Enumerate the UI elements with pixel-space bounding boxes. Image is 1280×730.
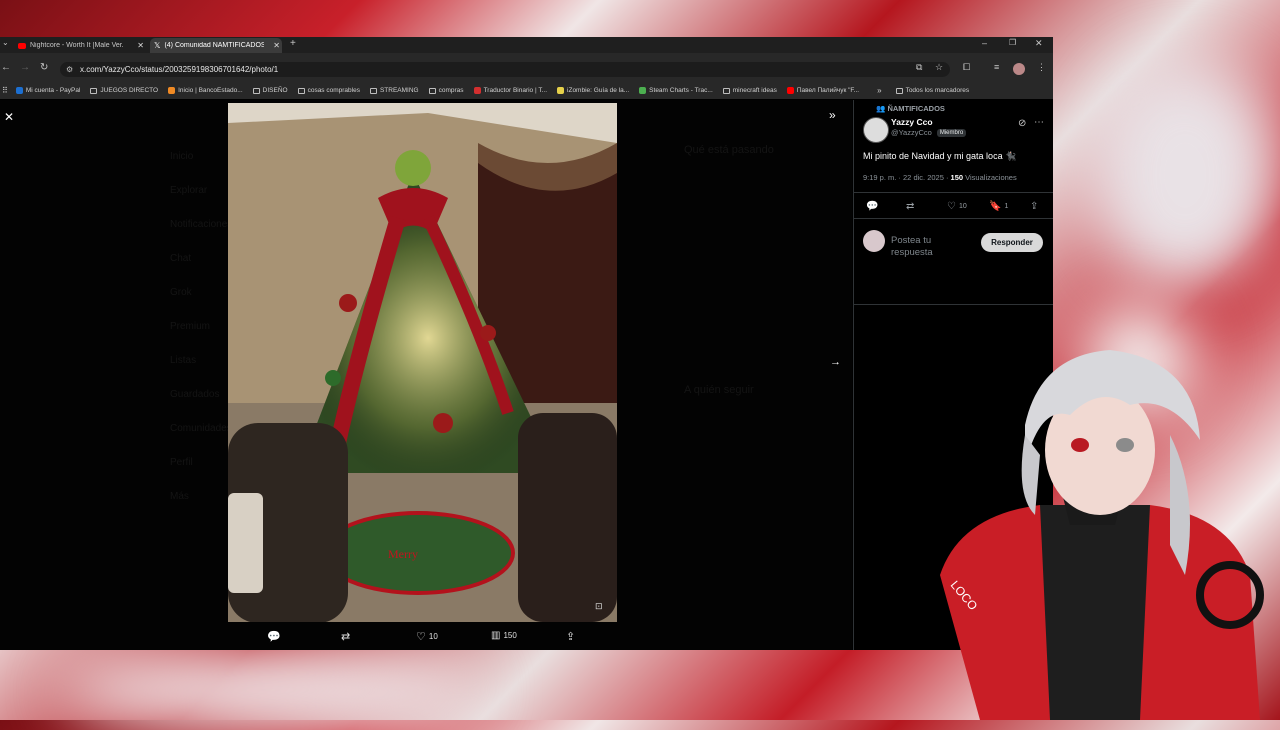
site-info-icon[interactable]: ⚙ xyxy=(66,62,73,77)
author-meta: @YazzyCco Miembro xyxy=(891,128,967,137)
photo-action-bar: 💬 ⇄ ♡ 10 ▥ 150 ⇪ xyxy=(0,624,852,650)
steamcharts-icon xyxy=(639,87,647,94)
christmas-tree-photo: Merry xyxy=(228,103,617,622)
folder-icon xyxy=(428,87,436,94)
back-icon[interactable]: ← xyxy=(1,62,11,73)
avatar[interactable] xyxy=(863,117,889,143)
share-icon[interactable]: ⇪ xyxy=(1030,201,1038,212)
reload-icon[interactable]: ↻ xyxy=(40,62,48,73)
bookmark-icon: 🔖 xyxy=(989,201,1002,212)
bookmark-button[interactable]: 🔖 1 xyxy=(989,201,1008,212)
share-icon[interactable]: ⇪ xyxy=(566,630,575,643)
tab-comunidad[interactable]: 𝕏 (4) Comunidad ÑAMTIFICADOS ✕ xyxy=(150,38,282,53)
heart-icon: ♡ xyxy=(947,201,956,212)
forward-icon[interactable]: → xyxy=(20,62,30,73)
folder-icon xyxy=(895,87,903,94)
extensions-icon[interactable]: ⧠ xyxy=(963,62,970,73)
kebab-menu-icon[interactable]: ⋮ xyxy=(1037,62,1046,73)
bookmark-all[interactable]: Todos los marcadores xyxy=(895,87,969,94)
post-meta: 9:19 p. m. · 22 dic. 2025 · 150 Visualiz… xyxy=(863,173,1017,182)
background-blob xyxy=(1090,60,1280,290)
background-page-ghost: Inicio Explorar Notificaciones Chat Grok Prem… xyxy=(170,151,233,502)
folder-icon xyxy=(252,87,260,94)
folder-icon xyxy=(90,87,98,94)
more-bookmarks-icon[interactable]: » xyxy=(877,86,881,95)
reply-input[interactable]: Postea tu respuesta xyxy=(891,235,971,257)
paypal-icon xyxy=(15,87,23,94)
install-icon[interactable]: ⧉ xyxy=(916,62,922,73)
x-logo-icon: 𝕏 xyxy=(154,41,161,50)
alt-text-icon[interactable]: ⊡ xyxy=(595,601,603,612)
bookmark-minecraft[interactable]: minecraft ideas xyxy=(722,87,777,94)
close-viewer-icon[interactable]: ✕ xyxy=(4,110,14,124)
bookmark-diseno[interactable]: DISEÑO xyxy=(252,87,288,94)
chart-icon: ▥ xyxy=(491,630,501,641)
new-tab-icon[interactable]: + xyxy=(290,38,296,49)
bookmark-steamcharts[interactable]: Steam Charts - Trac... xyxy=(639,87,713,94)
apps-icon[interactable]: ⠿ xyxy=(2,86,8,95)
minimize-icon[interactable]: – xyxy=(982,38,987,48)
youtube-icon xyxy=(18,42,26,49)
panel-divider xyxy=(854,304,1053,305)
bookmark-izombie[interactable]: iZombie: Guía de la... xyxy=(557,87,629,94)
repost-icon[interactable]: ⇄ xyxy=(341,630,350,643)
bookmark-pavel[interactable]: Павел Палийчук "F... xyxy=(786,87,859,94)
url-field[interactable]: ⚙ x.com/YazzyCco/status/2003259198306701… xyxy=(60,62,950,77)
photo-viewer: ✕ » → Inicio Explorar Notificaciones Chat Gr… xyxy=(0,100,852,650)
vtuber-illustration: LOCO xyxy=(940,350,1264,720)
panel-divider xyxy=(854,218,1053,219)
community-label[interactable]: 👥 ÑAMTIFICADOS xyxy=(876,104,945,113)
bookmark-paypal[interactable]: Mi cuenta - PayPal xyxy=(15,87,80,94)
repost-icon[interactable]: ⇄ xyxy=(906,201,914,212)
binary-icon xyxy=(473,87,481,94)
restore-icon[interactable]: ❐ xyxy=(1009,38,1016,47)
folder-icon xyxy=(297,87,305,94)
post-text: Mi pinito de Navidad y mi gata loca 🐈‍⬛ xyxy=(863,151,1017,161)
author-name[interactable]: Yazzy Cco xyxy=(891,117,933,127)
bookmark-star-icon[interactable]: ☆ xyxy=(935,62,943,73)
panel-divider xyxy=(854,192,1053,193)
close-window-icon[interactable]: ✕ xyxy=(1035,38,1043,49)
like-button[interactable]: ♡ 10 xyxy=(416,630,438,643)
bookmarks-bar: ⠿ Mi cuenta - PayPal JUEGOS DIRECTO Inic… xyxy=(0,82,1053,99)
close-tab-icon[interactable]: ✕ xyxy=(273,41,280,50)
collapse-panel-icon[interactable]: » xyxy=(829,108,836,122)
reply-icon[interactable]: 💬 xyxy=(866,201,878,212)
reply-icon[interactable]: 💬 xyxy=(267,630,281,643)
fandom-icon xyxy=(557,87,565,94)
vtuber-avatar: LOCO xyxy=(900,345,1280,720)
views-button[interactable]: ▥ 150 xyxy=(491,630,517,641)
close-tab-icon[interactable]: ✕ xyxy=(137,41,144,50)
community-icon: 👥 xyxy=(876,104,888,113)
more-options-icon[interactable]: ⋯ xyxy=(1034,117,1044,128)
tab-nightcore[interactable]: Nightcore - Worth It [Male Ver. ✕ xyxy=(14,38,146,53)
post-photo[interactable]: Merry ⊡ xyxy=(228,103,617,622)
tab-menu-icon[interactable]: ⌄ xyxy=(2,38,9,47)
heart-icon: ♡ xyxy=(416,631,426,643)
youtube-icon xyxy=(786,87,794,94)
svg-text:Merry: Merry xyxy=(388,547,418,561)
background-blob xyxy=(60,650,480,730)
reply-button[interactable]: Responder xyxy=(981,233,1043,252)
background-page-ghost: Qué está pasando A quién seguir xyxy=(684,144,774,396)
member-badge: Miembro xyxy=(936,128,967,137)
browser-window: ⌄ Nightcore - Worth It [Male Ver. ✕ 𝕏 (4… xyxy=(0,37,1053,650)
bookmark-compras[interactable]: compras xyxy=(428,87,464,94)
bookmark-streaming[interactable]: STREAMING xyxy=(369,87,419,94)
avatar xyxy=(863,230,885,252)
bookmark-traductor[interactable]: Traductor Binario | T... xyxy=(473,87,547,94)
folder-icon xyxy=(369,87,377,94)
next-photo-icon[interactable]: → xyxy=(830,356,841,368)
tab-bar: ⌄ Nightcore - Worth It [Male Ver. ✕ 𝕏 (4… xyxy=(0,37,1053,53)
media-icon[interactable]: ≡ xyxy=(994,62,999,72)
bank-icon xyxy=(168,87,176,94)
like-button[interactable]: ♡ 10 xyxy=(947,201,967,212)
folder-icon xyxy=(722,87,730,94)
bookmark-bancoestado[interactable]: Inicio | BancoEstado... xyxy=(168,87,243,94)
bookmark-juegos[interactable]: JUEGOS DIRECTO xyxy=(90,87,158,94)
grok-icon[interactable]: ⊘ xyxy=(1018,118,1026,129)
avatar[interactable] xyxy=(1013,63,1025,75)
bookmark-cosas[interactable]: cosas comprables xyxy=(297,87,360,94)
